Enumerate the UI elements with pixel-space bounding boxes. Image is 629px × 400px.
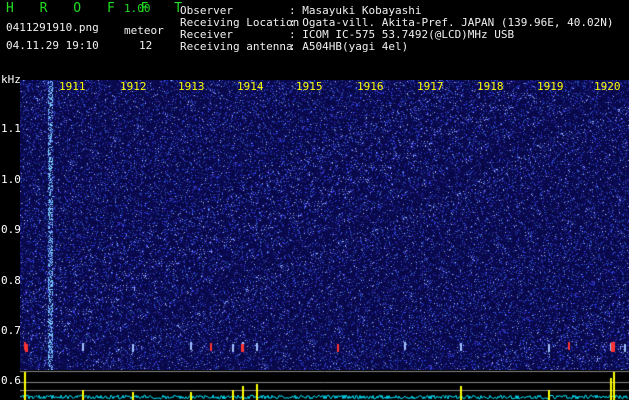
y-tick-1-0: 1.0 — [1, 173, 21, 186]
y-tick-0-6: 0.6 — [1, 374, 21, 387]
axis-unit: kHz — [1, 73, 21, 86]
x-tick-1913: 1913 — [178, 80, 205, 93]
spectrogram-canvas[interactable] — [20, 80, 629, 370]
app-version: 1.00 — [124, 2, 151, 15]
x-tick-1919: 1919 — [537, 80, 564, 93]
meteor-count: 12 — [139, 39, 153, 52]
x-tick-1911: 1911 — [59, 80, 86, 93]
y-tick-0-7: 0.7 — [1, 324, 21, 337]
antenna-label: Receiving antenna — [180, 40, 293, 53]
x-tick-1915: 1915 — [296, 80, 323, 93]
signal-level-canvas — [20, 370, 629, 400]
y-tick-0-9: 0.9 — [1, 223, 21, 236]
file-name: 0411291910.png — [6, 21, 99, 34]
y-tick-1-1: 1.1 — [1, 122, 21, 135]
x-tick-1916: 1916 — [357, 80, 384, 93]
x-tick-1918: 1918 — [477, 80, 504, 93]
x-tick-1920: 1920 — [594, 80, 621, 93]
y-tick-0-8: 0.8 — [1, 274, 21, 287]
antenna-value: : A504HB(yagi 4el) — [289, 40, 409, 53]
x-tick-1917: 1917 — [417, 80, 444, 93]
file-datetime: 04.11.29 19:10 — [6, 39, 99, 52]
meteor-label: meteor — [124, 24, 164, 37]
x-tick-1912: 1912 — [120, 80, 147, 93]
app-title: H R O F F T — [6, 1, 192, 16]
x-tick-1914: 1914 — [237, 80, 264, 93]
